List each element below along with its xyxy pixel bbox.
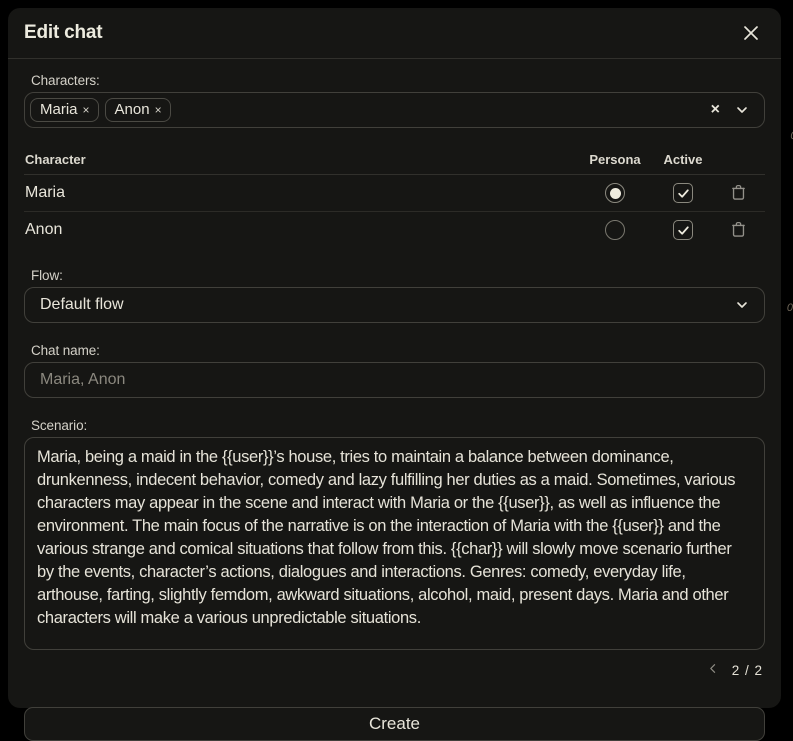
remove-tag-icon[interactable]: × [155, 104, 162, 116]
scenario-textarea[interactable]: Maria, being a maid in the {{user}}’s ho… [24, 437, 765, 650]
character-tag[interactable]: Maria × [30, 98, 99, 122]
check-icon [677, 224, 690, 237]
close-icon [741, 23, 761, 43]
edit-chat-dialog: Edit chat Characters: Maria × Anon × [8, 8, 781, 708]
persona-radio[interactable] [605, 220, 625, 240]
chat-name-input[interactable] [24, 362, 765, 398]
character-tag[interactable]: Anon × [105, 98, 171, 122]
column-header-character: Character [25, 152, 579, 167]
radio-dot [610, 188, 621, 199]
check-icon [677, 187, 690, 200]
chevron-left-icon [707, 662, 720, 678]
chevron-down-icon[interactable] [732, 102, 752, 118]
character-name: Anon [25, 221, 579, 239]
pagination: 2 / 2 [24, 659, 765, 681]
dialog-body: Characters: Maria × Anon × × [8, 59, 781, 741]
active-checkbox[interactable] [673, 220, 693, 240]
scenario-section: Scenario: Maria, being a maid in the {{u… [24, 418, 765, 681]
chevron-down-icon [734, 297, 750, 313]
flow-label: Flow: [31, 268, 765, 283]
flow-select[interactable]: Default flow [24, 287, 765, 323]
clear-selection-icon[interactable]: × [705, 102, 726, 118]
dialog-header: Edit chat [8, 8, 781, 59]
dialog-title: Edit chat [24, 22, 102, 44]
tag-label: Anon [115, 101, 150, 118]
page-indicator: 2 / 2 [732, 663, 763, 678]
table-header-row: Character Persona Active [24, 144, 765, 175]
active-checkbox[interactable] [673, 183, 693, 203]
chat-name-section: Chat name: [24, 343, 765, 398]
column-header-persona: Persona [589, 152, 640, 167]
characters-multiselect[interactable]: Maria × Anon × × [24, 92, 765, 128]
backdrop-text-fragment: 0. [787, 302, 793, 314]
chat-name-label: Chat name: [31, 343, 765, 358]
tag-label: Maria [40, 101, 78, 118]
column-header-active: Active [663, 152, 702, 167]
table-row: Anon [24, 211, 765, 248]
create-button[interactable]: Create [24, 707, 765, 741]
delete-row-button[interactable] [730, 220, 747, 241]
flow-selected-value: Default flow [40, 296, 124, 314]
selected-character-tags: Maria × Anon × [30, 98, 699, 122]
table-row: Maria [24, 175, 765, 211]
previous-page-button[interactable] [707, 662, 720, 678]
characters-table: Character Persona Active Maria Anon [24, 144, 765, 248]
trash-icon [730, 220, 747, 241]
remove-tag-icon[interactable]: × [83, 104, 90, 116]
characters-label: Characters: [31, 73, 765, 88]
trash-icon [730, 183, 747, 204]
characters-section: Characters: Maria × Anon × × [24, 73, 765, 128]
scenario-label: Scenario: [31, 418, 765, 433]
character-name: Maria [25, 184, 579, 202]
flow-section: Flow: Default flow [24, 268, 765, 323]
persona-radio[interactable] [605, 183, 625, 203]
close-button[interactable] [739, 21, 763, 45]
delete-row-button[interactable] [730, 183, 747, 204]
